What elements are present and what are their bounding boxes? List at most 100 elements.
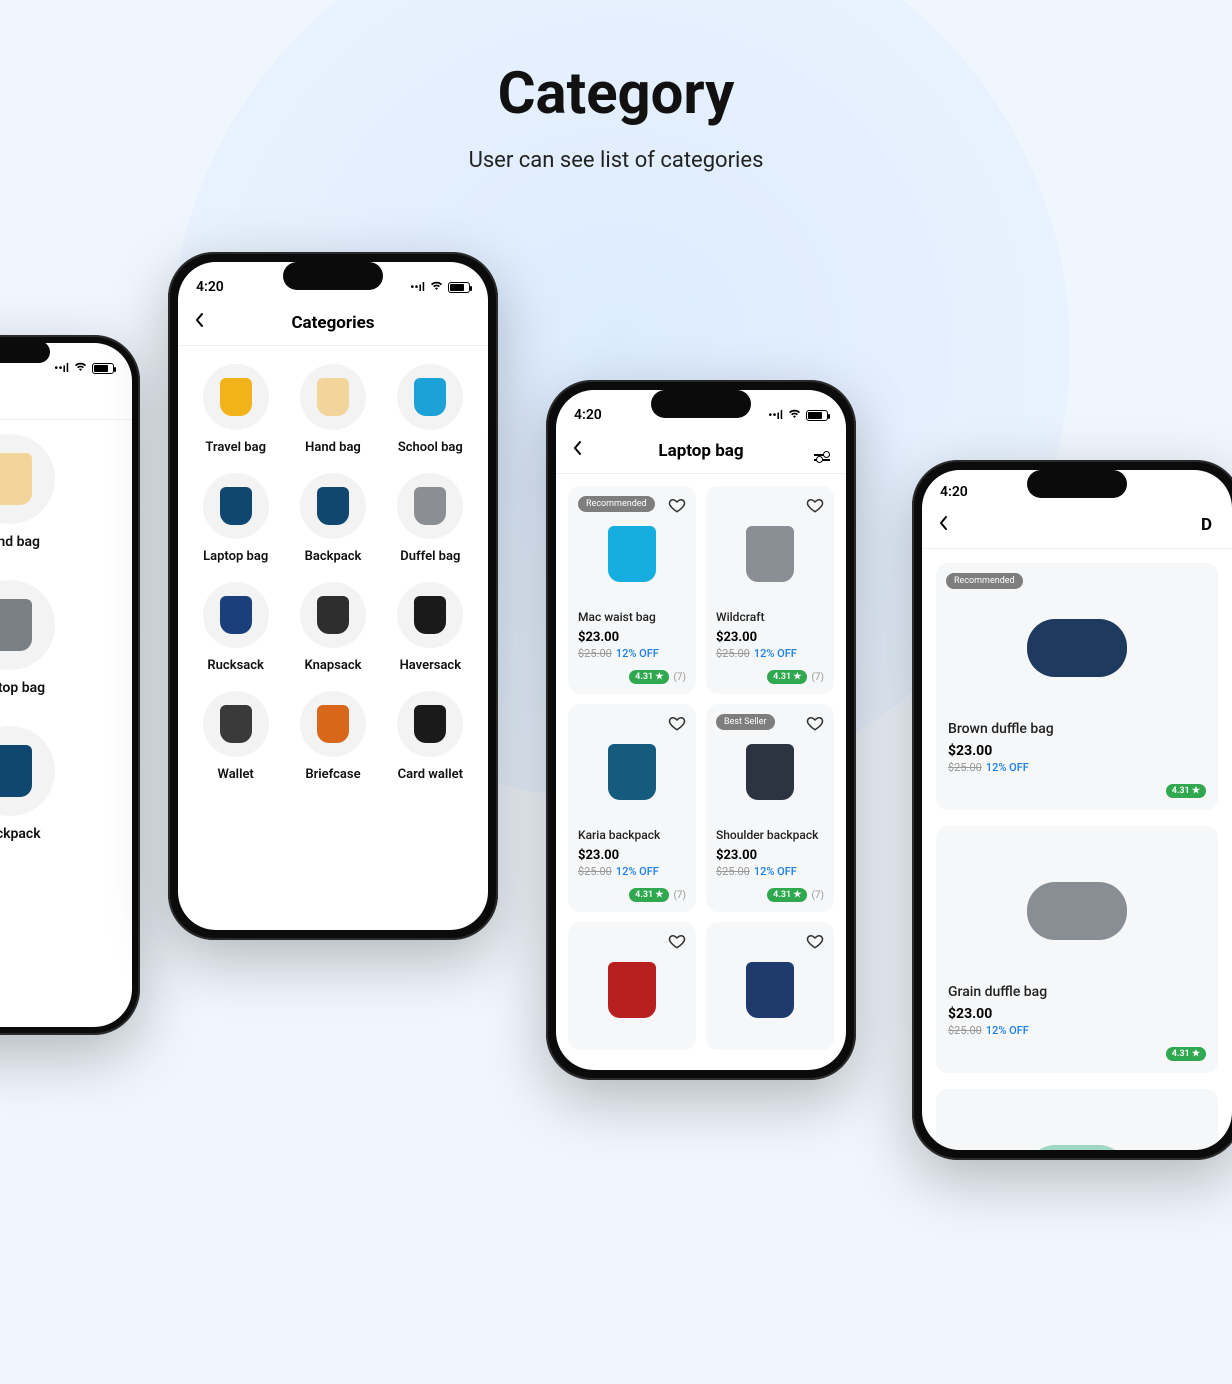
screen-title: Laptop bag	[658, 441, 743, 461]
product-subprice: $25.0012% OFF	[578, 865, 686, 878]
product-image	[948, 1109, 1206, 1150]
product-rating-row: 4.31 ★(7)	[716, 888, 824, 902]
duffle-icon	[1027, 882, 1127, 940]
category-image	[300, 364, 366, 430]
product-card[interactable]: Wildcraft$23.00$25.0012% OFF4.31 ★(7)	[706, 486, 834, 694]
back-button[interactable]	[572, 440, 592, 461]
phone-screen-4: 4:20 D RecommendedBrown duffle bag$23.00…	[922, 470, 1232, 1150]
product-card[interactable]	[936, 1089, 1218, 1150]
favorite-button[interactable]	[806, 496, 824, 514]
bag-icon	[746, 526, 794, 582]
bag-icon	[414, 596, 446, 634]
category-item[interactable]: Hand bag	[289, 364, 376, 455]
bag-icon	[317, 705, 349, 743]
product-image	[716, 722, 824, 822]
favorite-button[interactable]	[668, 932, 686, 950]
category-item[interactable]: Wallet	[192, 691, 279, 782]
back-button[interactable]	[938, 515, 958, 536]
product-price: $23.00	[716, 848, 824, 863]
category-label: Briefcase	[289, 767, 376, 782]
category-item[interactable]: Knapsack	[289, 582, 376, 673]
product-price: $23.00	[948, 743, 1206, 759]
bag-icon	[317, 487, 349, 525]
favorite-button[interactable]	[806, 932, 824, 950]
category-image	[203, 691, 269, 757]
category-image	[397, 364, 463, 430]
bag-icon	[0, 453, 32, 505]
product-rating-row: 4.31 ★(7)	[716, 670, 824, 684]
category-item[interactable]: Haversack	[387, 582, 474, 673]
category-item[interactable]: School bag	[387, 364, 474, 455]
product-badge: Recommended	[578, 496, 655, 512]
phone-screen-1: ••ıl es Hand bag Laptop bag Backpack	[0, 343, 132, 1027]
category-image	[0, 726, 55, 816]
bag-icon	[608, 744, 656, 800]
screen-title-partial: D	[958, 515, 1216, 535]
product-card[interactable]	[568, 922, 696, 1050]
product-badge: Best Seller	[716, 714, 775, 730]
category-image	[300, 582, 366, 648]
rating-pill: 4.31 ★	[629, 888, 669, 902]
category-image	[0, 580, 55, 670]
rating-count: (7)	[673, 890, 686, 901]
category-image	[397, 473, 463, 539]
back-button[interactable]	[194, 312, 214, 333]
old-price: $25.00	[716, 865, 750, 878]
category-item[interactable]: Briefcase	[289, 691, 376, 782]
bag-icon	[317, 596, 349, 634]
category-item-hand-bag[interactable]: Hand bag	[0, 434, 55, 550]
product-card[interactable]: RecommendedBrown duffle bag$23.00$25.001…	[936, 563, 1218, 810]
product-card[interactable]: Karia backpack$23.00$25.0012% OFF4.31 ★(…	[568, 704, 696, 912]
product-name: Shoulder backpack	[716, 828, 824, 842]
phone-notch	[0, 341, 50, 363]
category-item[interactable]: Laptop bag	[192, 473, 279, 564]
bag-icon	[414, 378, 446, 416]
category-item[interactable]: Card wallet	[387, 691, 474, 782]
old-price: $25.00	[716, 647, 750, 660]
category-label: Duffel bag	[387, 549, 474, 564]
category-image	[203, 473, 269, 539]
category-item-backpack[interactable]: Backpack	[0, 726, 55, 842]
category-image	[397, 691, 463, 757]
category-image	[300, 473, 366, 539]
signal-icon: ••ıl	[410, 280, 425, 294]
category-image	[203, 582, 269, 648]
bag-icon	[0, 599, 32, 651]
page-subtitle: User can see list of categories	[0, 148, 1232, 173]
product-subprice: $25.0012% OFF	[948, 761, 1206, 774]
favorite-button[interactable]	[668, 496, 686, 514]
category-item[interactable]: Duffel bag	[387, 473, 474, 564]
signal-icon: ••ıl	[54, 361, 69, 375]
category-item[interactable]: Travel bag	[192, 364, 279, 455]
category-item-laptop-bag[interactable]: Laptop bag	[0, 580, 55, 696]
category-label: School bag	[387, 440, 474, 455]
phone-notch	[651, 390, 751, 418]
discount-label: 12% OFF	[616, 865, 659, 878]
favorite-button[interactable]	[806, 714, 824, 732]
category-label: Knapsack	[289, 658, 376, 673]
filter-button[interactable]	[810, 441, 830, 461]
category-item[interactable]: Backpack	[289, 473, 376, 564]
battery-icon	[806, 410, 828, 421]
app-header: Laptop bag	[556, 430, 846, 474]
product-price: $23.00	[578, 630, 686, 645]
bag-icon	[0, 745, 32, 797]
product-card[interactable]: Best Seller Shoulder backpack $23.00 $25.00…	[706, 704, 834, 912]
product-card[interactable]: Grain duffle bag$23.00$25.0012% OFF4.31 …	[936, 826, 1218, 1073]
rating-pill: 4.31 ★	[767, 670, 807, 684]
category-label: Laptop bag	[192, 549, 279, 564]
product-image	[578, 504, 686, 604]
product-card[interactable]: RecommendedMac waist bag$23.00$25.0012% …	[568, 486, 696, 694]
product-grid: RecommendedBrown duffle bag$23.00$25.001…	[922, 549, 1232, 1150]
bag-icon	[608, 962, 656, 1018]
product-grid: RecommendedMac waist bag$23.00$25.0012% …	[556, 474, 846, 1062]
category-item[interactable]: Rucksack	[192, 582, 279, 673]
discount-label: 12% OFF	[754, 647, 797, 660]
screen-title: Categories	[291, 313, 374, 333]
product-rating-row: 4.31 ★	[948, 1047, 1206, 1061]
product-price: $23.00	[578, 848, 686, 863]
favorite-button[interactable]	[668, 714, 686, 732]
signal-icon: ••ıl	[768, 408, 783, 422]
wifi-icon	[787, 408, 802, 422]
product-card[interactable]	[706, 922, 834, 1050]
